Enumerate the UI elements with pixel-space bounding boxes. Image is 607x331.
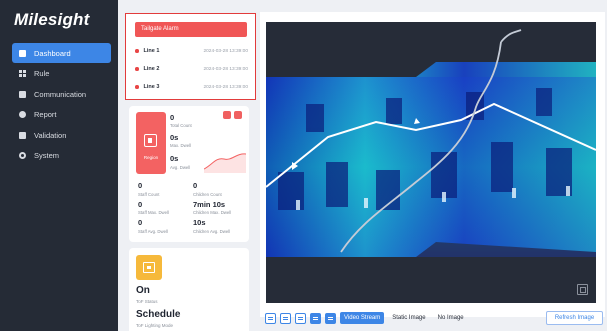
static-image-button[interactable]: Static Image (388, 312, 429, 324)
tof-sensor-icon (143, 262, 155, 273)
children-avg-dwell-label: Children Avg. Dwell (193, 229, 231, 234)
sidebar-item-communication[interactable]: Communication (12, 84, 111, 104)
fullscreen-icon[interactable] (577, 284, 588, 295)
alarm-dot-icon (135, 49, 139, 53)
region-tile[interactable]: Region (136, 112, 166, 174)
alarm-time: 2024-03-28 13:39:00 (203, 66, 248, 72)
sidebar-item-system[interactable]: System (12, 146, 111, 166)
tailgate-alarm-panel: Tailgate Alarm Line 1 2024-03-28 13:39:0… (125, 13, 256, 100)
alarm-dot-icon (135, 67, 139, 71)
max-dwell-label: Max. Dwell (170, 143, 192, 148)
tof-status-value: On (136, 285, 150, 296)
sidebar-nav: Dashboard Rule Communication Report Vali… (12, 43, 111, 166)
children-count-value: 0 (193, 181, 198, 190)
tof-mode-label: ToF Lighting Mode (136, 323, 174, 328)
depth-image (266, 29, 596, 257)
refresh-image-button[interactable]: Refresh Image (546, 311, 603, 325)
staff-max-dwell-label: Staff Max. Dwell (138, 210, 169, 215)
sidebar-item-rule[interactable]: Rule (12, 64, 111, 84)
draw-region-icon[interactable] (265, 312, 276, 324)
rule-icon (19, 70, 26, 77)
alarm-title: Tailgate Alarm (135, 22, 247, 37)
alarm-time: 2024-03-28 13:39:00 (203, 48, 248, 54)
door-icon (144, 134, 157, 147)
region-label: Region (143, 155, 159, 160)
avg-dwell-value: 0s (170, 154, 179, 163)
region-stats-card: Region 0 Total Count 0s Max. Dwell 0s Av… (129, 106, 249, 242)
children-max-dwell-value: 7min 10s (193, 200, 226, 209)
tof-card: On ToF Status Schedule ToF Lighting Mode (129, 248, 249, 331)
total-count-label: Total Count (170, 123, 192, 128)
staff-avg-dwell-label: Staff Avg. Dwell (138, 229, 168, 234)
video-stream-button[interactable]: Video Stream (340, 312, 385, 324)
alarm-row[interactable]: Line 2 2024-03-28 13:39:00 (135, 63, 248, 75)
tof-status-label: ToF Status (136, 299, 158, 304)
report-icon (19, 111, 26, 118)
no-image-button[interactable]: No Image (434, 312, 468, 324)
staff-avg-dwell-value: 0 (138, 218, 143, 227)
alarm-row[interactable]: Line 1 2024-03-28 13:39:00 (135, 45, 248, 57)
max-dwell-value: 0s (170, 133, 179, 142)
cart-icon[interactable] (325, 312, 336, 324)
sidebar-item-report[interactable]: Report (12, 105, 111, 125)
alarm-line: Line 1 (143, 48, 160, 54)
alarm-line: Line 2 (143, 66, 160, 72)
validation-icon (19, 131, 26, 139)
card-actions (223, 111, 242, 119)
children-avg-dwell-value: 10s (193, 218, 206, 227)
sidebar-item-label: Report (34, 110, 57, 119)
video-panel (260, 12, 605, 317)
dashboard-icon (19, 49, 26, 57)
alarm-dot-icon (135, 85, 139, 89)
staff-count-value: 0 (138, 181, 143, 190)
tof-mode-value: Schedule (136, 309, 181, 320)
area-icon[interactable] (295, 312, 306, 324)
delete-icon[interactable] (234, 111, 242, 119)
draw-line-icon[interactable] (280, 312, 291, 324)
alarm-line: Line 3 (143, 84, 160, 90)
alarm-time: 2024-03-28 13:39:00 (203, 84, 248, 90)
avg-dwell-label: Avg. Dwell (170, 165, 191, 170)
settings-icon[interactable] (310, 312, 321, 324)
trend-sparkline (204, 153, 246, 173)
alarm-row[interactable]: Line 3 2024-03-28 13:39:00 (135, 81, 248, 93)
tof-tile (136, 255, 162, 280)
sidebar-item-validation[interactable]: Validation (12, 125, 111, 145)
total-count-value: 0 (170, 113, 175, 122)
staff-count-label: Staff Count (138, 192, 160, 197)
video-toolbar: Video Stream Static Image No Image (265, 311, 468, 325)
children-count-label: Children Count (193, 192, 222, 197)
communication-icon (19, 90, 26, 98)
sidebar-item-label: Communication (34, 89, 87, 99)
sidebar-item-label: Dashboard (34, 48, 71, 58)
sidebar-item-dashboard[interactable]: Dashboard (12, 43, 111, 63)
staff-max-dwell-value: 0 (138, 200, 143, 209)
tof-video-feed[interactable] (266, 22, 596, 303)
children-max-dwell-label: Children Max. Dwell (193, 210, 232, 215)
sidebar-item-label: System (34, 151, 60, 160)
system-icon (19, 152, 26, 159)
sidebar-item-label: Rule (34, 69, 50, 78)
sidebar: Milesight Dashboard Rule Communication R… (0, 0, 118, 331)
sidebar-item-label: Validation (34, 130, 67, 140)
brand-logo: Milesight (14, 10, 90, 29)
export-icon[interactable] (223, 111, 231, 119)
